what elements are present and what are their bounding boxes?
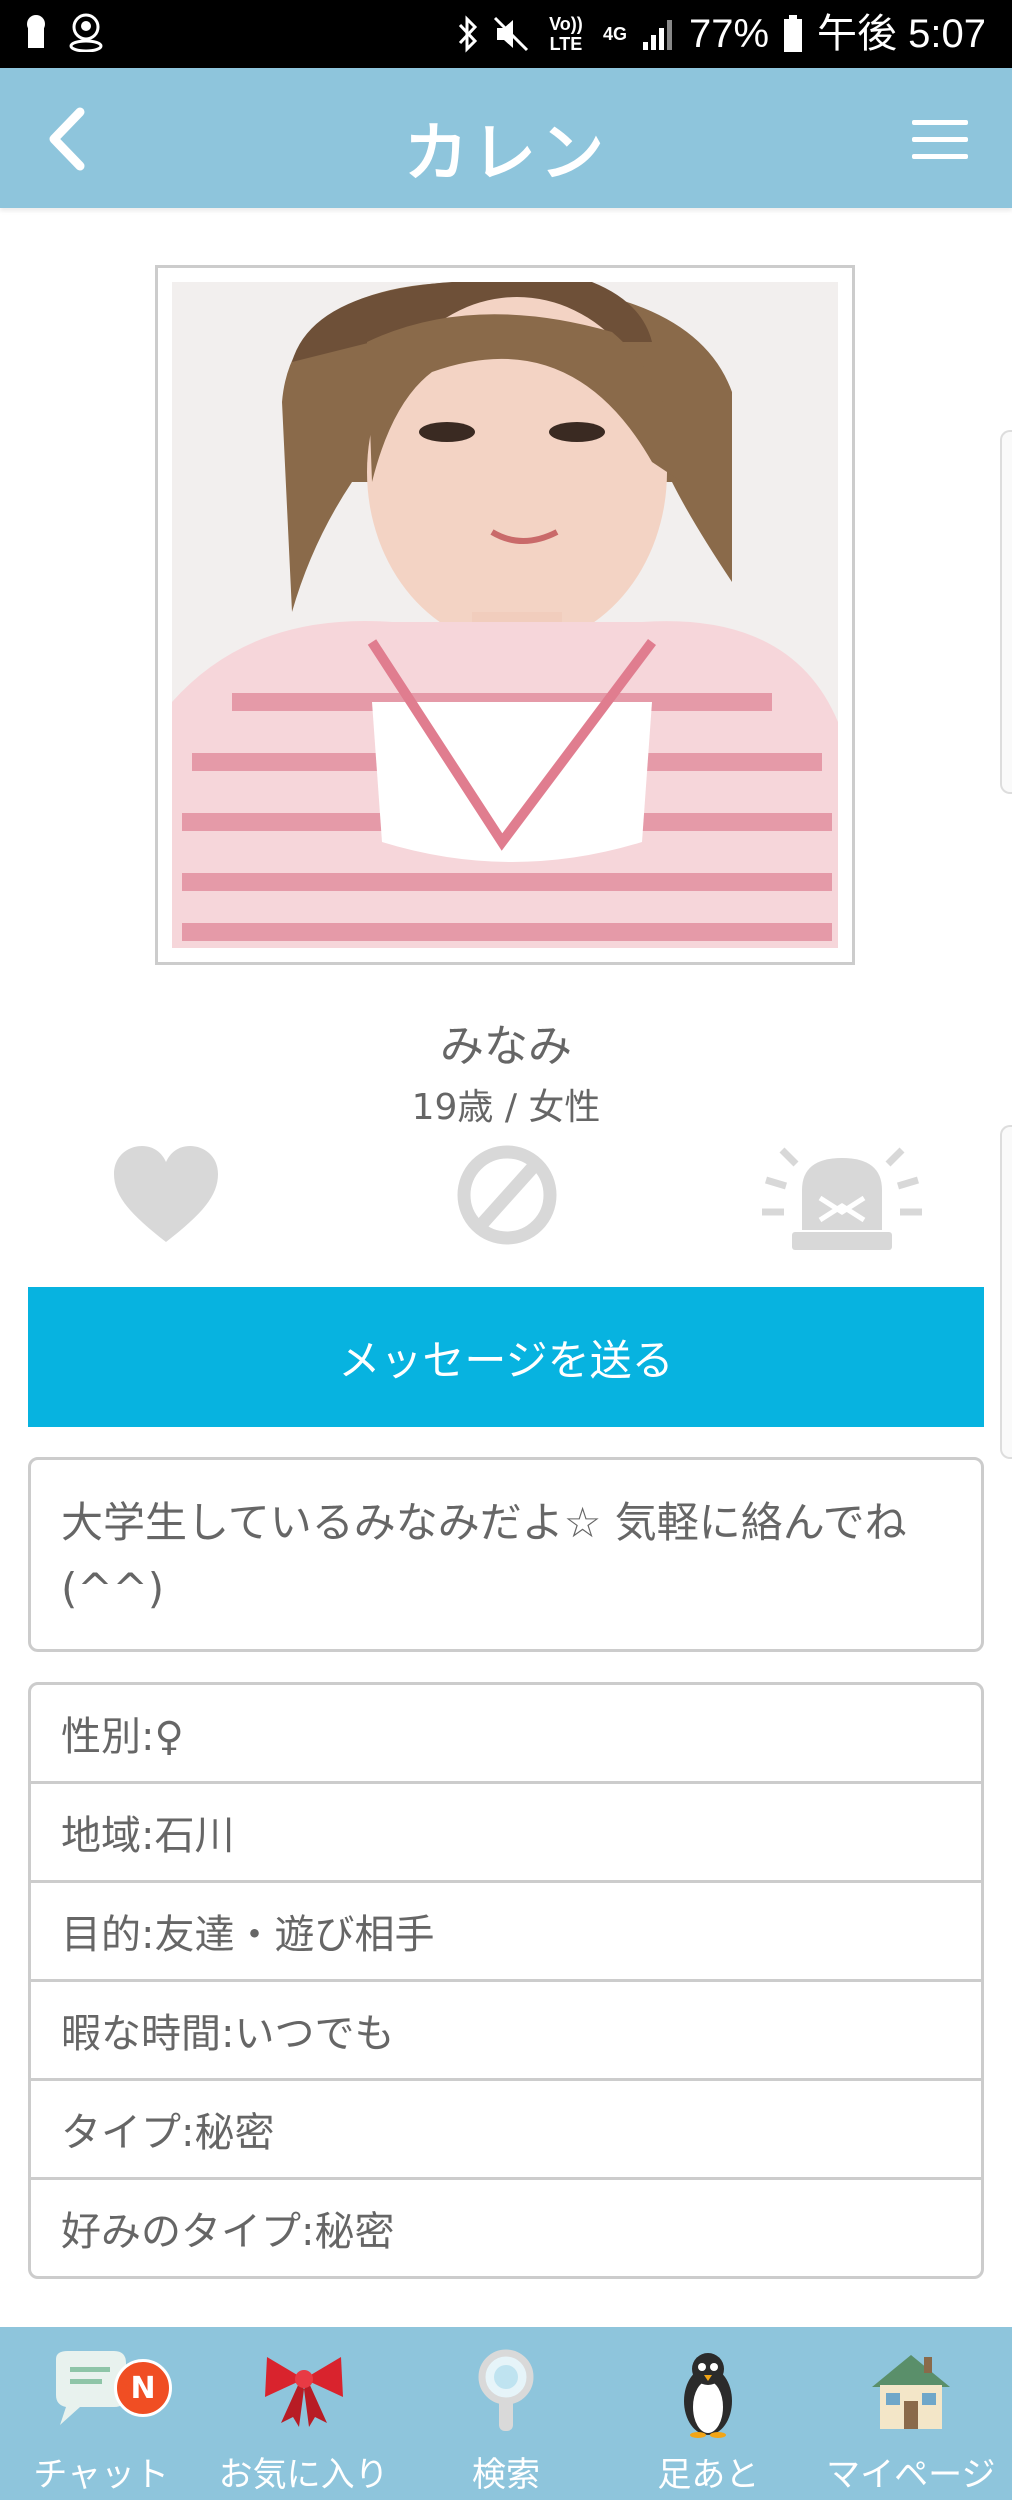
scroll-edge-hint [1000, 1125, 1012, 1459]
page-title: カレン [404, 117, 608, 191]
detail-preferred-type: 好みのタイプ:秘密 [61, 2209, 395, 2255]
siren-icon [762, 1147, 922, 1250]
app-header: カレン [0, 68, 1012, 208]
profile-age-gender: 19歳 / 女性 [411, 1087, 601, 1128]
bluetooth-icon [458, 15, 478, 53]
bottom-nav: N チャット お気に入り 検索 足あと マイページ [0, 2327, 1012, 2500]
block-icon [457, 1145, 557, 1245]
detail-type: タイプ:秘密 [31, 2081, 981, 2180]
profile-details-list: 性別:♀ 地域:石川 目的:友達・遊び相手 暇な時間:いつでも タイプ:秘密 好… [28, 1682, 984, 2279]
battery-percent: 77% [688, 12, 770, 56]
report-button[interactable] [762, 1140, 922, 1255]
profile-bio: 大学生しているみなみだよ☆ 気軽に絡んでね(^^) [28, 1457, 984, 1652]
menu-button[interactable] [912, 120, 968, 164]
nav-favorites[interactable]: お気に入り [202, 2327, 404, 2500]
block-button[interactable] [452, 1140, 562, 1255]
nav-search-label: 検索 [472, 2455, 541, 2495]
keyhole-icon [27, 15, 45, 48]
nav-mypage[interactable]: マイページ [810, 2327, 1012, 2500]
location-pin-icon [69, 13, 103, 52]
penguin-icon [684, 2353, 733, 2438]
magnifier-icon [478, 2349, 534, 2431]
nav-chat[interactable]: N チャット [0, 2327, 202, 2500]
ribbon-icon [264, 2357, 343, 2427]
detail-gender: 性別:♀ [31, 1685, 981, 1784]
mute-icon [493, 16, 529, 52]
detail-free-time: 暇な時間:いつでも [31, 1982, 981, 2081]
status-bar: Vo)) LTE 4G 77% 午後 5:07 [0, 0, 1012, 68]
network-indicator: 4G [602, 24, 627, 44]
profile-photo-frame[interactable] [155, 265, 855, 965]
clock: 午後 5:07 [817, 12, 986, 56]
nav-footprints-label: 足あと [657, 2455, 760, 2495]
profile-photo [172, 282, 838, 948]
heart-icon [114, 1146, 218, 1242]
chat-badge: N [114, 2359, 172, 2417]
scroll-edge-hint [1000, 430, 1012, 794]
nav-search[interactable]: 検索 [405, 2327, 607, 2500]
hamburger-icon [912, 120, 968, 125]
send-message-button[interactable]: メッセージを送る [28, 1287, 984, 1427]
battery-icon [784, 15, 803, 52]
like-button[interactable] [110, 1140, 222, 1255]
nav-footprints[interactable]: 足あと [607, 2327, 809, 2500]
profile-name: みなみ [440, 1021, 572, 1072]
volte-indicator: Vo)) LTE [549, 14, 583, 54]
house-icon [871, 2355, 950, 2429]
nav-chat-label: チャット [33, 2455, 170, 2495]
detail-purpose: 目的:友達・遊び相手 [31, 1883, 981, 1982]
nav-mypage-label: マイページ [826, 2455, 996, 2495]
signal-icon [642, 20, 672, 50]
detail-region: 地域:石川 [31, 1784, 981, 1883]
nav-favorites-label: お気に入り [218, 2455, 389, 2495]
